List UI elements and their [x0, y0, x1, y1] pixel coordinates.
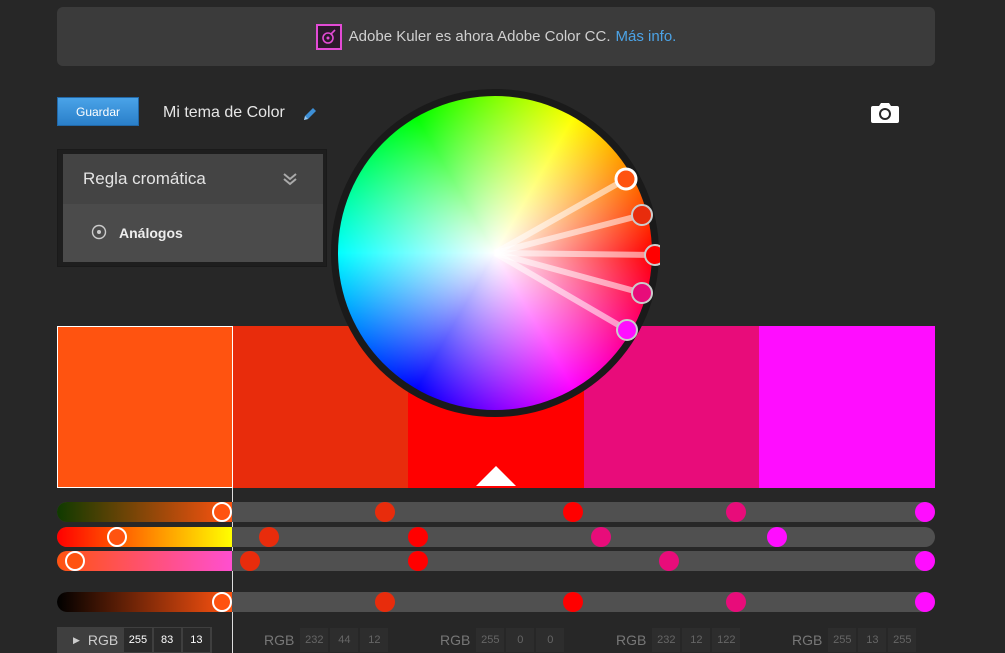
slider-dot[interactable]: [259, 527, 279, 547]
slider-dot[interactable]: [408, 551, 428, 571]
slider-dot[interactable]: [659, 551, 679, 571]
rgb-b[interactable]: 122: [712, 628, 741, 652]
slider-handle[interactable]: [212, 592, 232, 612]
slider-track-2[interactable]: [57, 527, 935, 547]
kuler-banner: Adobe Kuler es ahora Adobe Color CC. Más…: [57, 7, 935, 66]
theme-title[interactable]: Mi tema de Color: [163, 104, 285, 122]
slider-dot[interactable]: [408, 527, 428, 547]
banner-text: Adobe Kuler es ahora Adobe Color CC.: [348, 28, 611, 45]
rgb-b[interactable]: 12: [360, 628, 389, 652]
rgb-b[interactable]: 0: [536, 628, 565, 652]
slider-track-3[interactable]: [57, 551, 935, 571]
slider-dot[interactable]: [915, 551, 935, 571]
rgb-g[interactable]: 12: [682, 628, 711, 652]
rule-option-analogous[interactable]: Análogos: [63, 204, 323, 262]
slider-fill-4: [57, 592, 232, 612]
rgb-g[interactable]: 83: [153, 628, 181, 652]
slider-handle[interactable]: [212, 502, 232, 522]
rgb-r[interactable]: 255: [828, 628, 857, 652]
slider-dot[interactable]: [240, 551, 260, 571]
more-info-link[interactable]: Más info.: [615, 28, 676, 45]
slider-track-4[interactable]: [57, 592, 935, 612]
rgb-values-3[interactable]: RGB 255 0 0: [440, 627, 566, 653]
radio-icon[interactable]: [91, 224, 107, 243]
swatch-1[interactable]: [57, 326, 233, 488]
rgb-r[interactable]: 255: [476, 628, 505, 652]
rgb-label: RGB: [616, 632, 647, 648]
slider-dot[interactable]: [375, 592, 395, 612]
wheel-handle-3[interactable]: [644, 244, 666, 266]
rule-option-label: Análogos: [119, 225, 183, 241]
slider-fill-2: [57, 527, 232, 547]
slider-dot[interactable]: [375, 502, 395, 522]
rgb-g[interactable]: 0: [506, 628, 535, 652]
rule-panel-header[interactable]: Regla cromática: [63, 154, 323, 204]
color-rule-panel: Regla cromática Análogos: [57, 149, 327, 267]
slider-handle[interactable]: [107, 527, 127, 547]
rgb-values-4[interactable]: RGB 232 12 122: [616, 627, 742, 653]
rgb-label: RGB: [440, 632, 471, 648]
slider-fill-1: [57, 502, 232, 522]
slider-dot[interactable]: [563, 592, 583, 612]
wheel-handle-1[interactable]: [614, 167, 638, 191]
rgb-values-2[interactable]: RGB 232 44 12: [264, 627, 390, 653]
slider-track-1[interactable]: [57, 502, 935, 522]
slider-dot[interactable]: [726, 502, 746, 522]
slider-dot[interactable]: [591, 527, 611, 547]
rgb-values-1[interactable]: ▶ RGB 255 83 13: [57, 627, 212, 653]
rgb-b[interactable]: 13: [182, 628, 211, 652]
double-chevron-down-icon[interactable]: [282, 171, 298, 191]
slider-dot[interactable]: [767, 527, 787, 547]
slider-handle[interactable]: [65, 551, 85, 571]
rgb-r[interactable]: 232: [300, 628, 329, 652]
wheel-handle-2[interactable]: [631, 204, 653, 226]
wheel-handle-4[interactable]: [631, 282, 653, 304]
rgb-label: RGB: [87, 632, 119, 648]
adobe-color-logo-icon: [315, 23, 342, 50]
save-button[interactable]: Guardar: [57, 97, 139, 126]
rule-panel-title: Regla cromática: [83, 169, 206, 188]
wheel-handle-5[interactable]: [616, 319, 638, 341]
slider-dot[interactable]: [563, 502, 583, 522]
rgb-r[interactable]: 232: [652, 628, 681, 652]
rgb-b[interactable]: 255: [888, 628, 917, 652]
rgb-label: RGB: [792, 632, 823, 648]
rgb-g[interactable]: 13: [858, 628, 887, 652]
rgb-g[interactable]: 44: [330, 628, 359, 652]
slider-dot[interactable]: [915, 592, 935, 612]
slider-dot[interactable]: [726, 592, 746, 612]
swatch-5[interactable]: [759, 326, 935, 488]
rgb-label: RGB: [264, 632, 295, 648]
base-color-marker: [476, 466, 516, 486]
camera-icon[interactable]: [870, 100, 900, 129]
triangle-right-icon[interactable]: ▶: [73, 635, 80, 646]
slider-dot[interactable]: [915, 502, 935, 522]
pencil-icon[interactable]: [302, 106, 318, 127]
color-wheel[interactable]: [330, 88, 666, 418]
rgb-r[interactable]: 255: [124, 628, 152, 652]
rgb-values-5[interactable]: RGB 255 13 255: [792, 627, 918, 653]
